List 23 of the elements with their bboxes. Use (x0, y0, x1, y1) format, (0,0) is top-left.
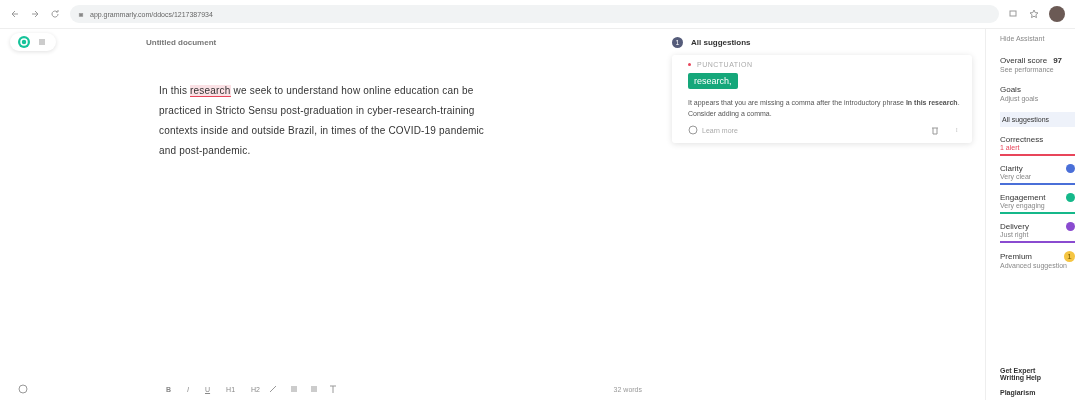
link-icon (268, 384, 278, 394)
replacement-button[interactable]: research, (688, 73, 738, 89)
panel-title: All suggestions (691, 37, 751, 47)
category-name: Correctness (1000, 135, 1044, 144)
document-title: Untitled document (146, 37, 217, 47)
score-label: Overall score (1000, 56, 1048, 65)
back-icon (10, 9, 20, 19)
category-name: Clarity (1000, 164, 1023, 173)
star-icon (1029, 9, 1039, 19)
goals-label: Goals (1000, 85, 1022, 94)
category-name: Delivery (1000, 222, 1029, 231)
clear-format-icon (328, 384, 338, 394)
premium-badge: 1 (1064, 251, 1075, 262)
reload-icon (50, 9, 60, 19)
avatar[interactable] (1049, 6, 1065, 22)
trash-icon (930, 125, 940, 135)
category-name: Premium (1000, 252, 1032, 261)
score-value: 97 (1053, 56, 1063, 65)
logo-icon (18, 36, 30, 48)
forward-icon (30, 9, 40, 19)
category-name: Engagement (1000, 193, 1046, 202)
category-dot (688, 63, 691, 66)
document-text: In this research we seek to understand how online education can be practiced in Stricto Sensu post-graduation in cyber-research-training contexts inside and outside Brazil, in times of the COVID-19 pandemic and post-pandemic. (159, 84, 486, 158)
